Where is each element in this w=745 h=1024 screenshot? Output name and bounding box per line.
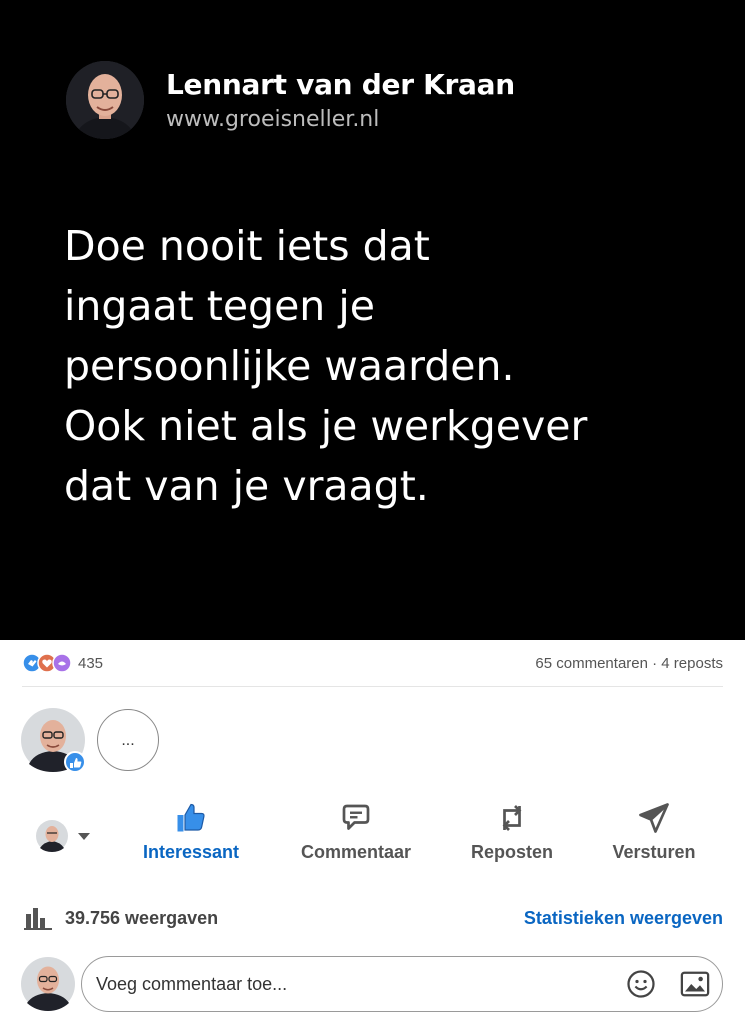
- reaction-count[interactable]: 435: [78, 655, 103, 672]
- reactions-icons[interactable]: [22, 653, 76, 673]
- view-count: 39.756 weergaven: [65, 908, 219, 928]
- comment-icon: [342, 804, 370, 830]
- reaction-actor-avatar[interactable]: [36, 820, 68, 852]
- repost-label: Reposten: [470, 842, 553, 862]
- like-label: Interessant: [142, 842, 240, 862]
- thumbs-up-icon: [177, 803, 205, 832]
- quote-line: dat van je vraagt.: [64, 462, 429, 510]
- comments-reposts-count[interactable]: 65 commentaren · 4 reposts: [535, 655, 723, 672]
- chevron-down-icon[interactable]: [78, 833, 90, 840]
- emoji-icon[interactable]: [626, 969, 656, 999]
- author-website: www.groeisneller.nl: [166, 107, 380, 132]
- quote-text: Doe nooit iets dat ingaat tegen je perso…: [64, 216, 704, 516]
- quote-line: Doe nooit iets dat: [64, 222, 430, 270]
- bar-chart-icon: [24, 908, 52, 930]
- more-reactors-button[interactable]: ...: [97, 709, 159, 771]
- repost-icon: [502, 805, 522, 831]
- author-name: Lennart van der Kraan: [166, 68, 515, 101]
- author-avatar: [66, 61, 144, 139]
- image-icon[interactable]: [680, 970, 710, 998]
- comment-label: Commentaar: [300, 842, 412, 862]
- like-button[interactable]: Interessant: [136, 800, 246, 870]
- send-label: Versturen: [612, 842, 696, 862]
- support-icon: [52, 653, 72, 673]
- comment-box: [81, 956, 723, 1012]
- send-button[interactable]: Versturen: [606, 800, 702, 870]
- like-badge-icon: [64, 751, 86, 773]
- quote-line: persoonlijke waarden.: [64, 342, 515, 390]
- social-counts: 435 65 commentaren · 4 reposts: [22, 648, 723, 687]
- comment-button[interactable]: Commentaar: [292, 800, 420, 870]
- repost-button[interactable]: Reposten: [462, 800, 562, 870]
- current-user-avatar: [21, 957, 75, 1011]
- view-statistics-link[interactable]: Statistieken weergeven: [524, 908, 723, 929]
- comment-input[interactable]: [94, 957, 608, 1012]
- post-image[interactable]: Lennart van der Kraan www.groeisneller.n…: [0, 0, 745, 640]
- quote-line: Ook niet als je werkgever: [64, 402, 588, 450]
- reactor-avatar[interactable]: [21, 708, 87, 774]
- quote-line: ingaat tegen je: [64, 282, 375, 330]
- send-icon: [639, 803, 669, 833]
